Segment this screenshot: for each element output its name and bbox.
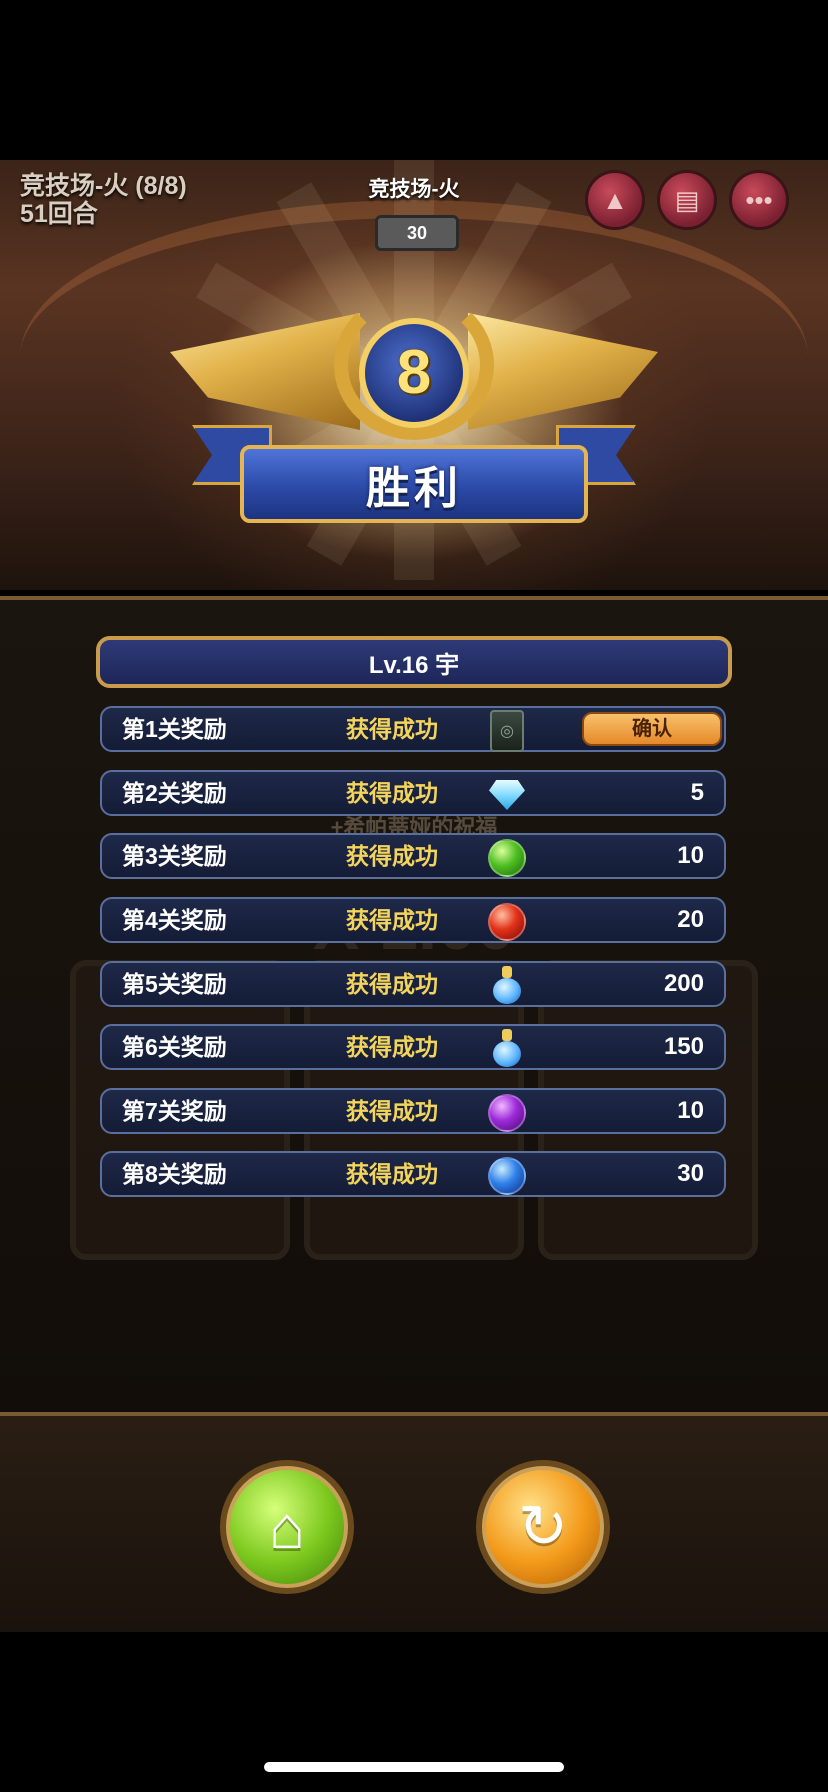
reward-icon: [486, 965, 528, 1007]
blue-orb-icon: [488, 1157, 526, 1195]
reward-row: 第3关奖励 获得成功 10: [100, 833, 726, 879]
reward-status: 获得成功: [346, 907, 438, 933]
reward-icon: [486, 1155, 528, 1197]
party-bar-background: [0, 1416, 828, 1632]
player-level-bar: Lv.16 宇: [96, 636, 732, 688]
reward-label: 第6关奖励: [122, 1034, 227, 1060]
reward-label: 第3关奖励: [122, 843, 227, 869]
reward-count: 200: [663, 970, 704, 997]
reward-count: 150: [663, 1033, 704, 1060]
reward-label: 第2关奖励: [122, 780, 227, 806]
reward-row: 第2关奖励 获得成功 5: [100, 770, 726, 816]
home-icon: ⌂: [268, 1493, 306, 1561]
reward-icon: [486, 1028, 528, 1070]
reward-count: 30: [677, 1160, 704, 1187]
reward-count: 20: [677, 906, 704, 933]
reward-count: 10: [677, 1097, 704, 1124]
home-button[interactable]: ⌂: [220, 1460, 354, 1594]
reward-status: 获得成功: [346, 843, 438, 869]
green-orb-icon: [488, 839, 526, 877]
stage-medal: 8: [359, 318, 469, 428]
reward-label: 第1关奖励: [122, 716, 227, 742]
victory-ribbon: 胜利: [240, 445, 588, 523]
reward-row: 第6关奖励 获得成功 150: [100, 1024, 726, 1070]
reward-icon: [486, 901, 528, 943]
reward-status: 获得成功: [346, 1161, 438, 1187]
reward-icon: [486, 774, 528, 816]
reward-count: 5: [690, 779, 704, 806]
reward-status: 获得成功: [346, 1098, 438, 1124]
confirm-button[interactable]: 确认: [582, 712, 722, 746]
reward-status: 获得成功: [346, 1034, 438, 1060]
potion-icon: [490, 1029, 524, 1069]
victory-label: 胜利: [366, 464, 462, 513]
reward-status: 获得成功: [346, 971, 438, 997]
reward-row: 第1关奖励 获得成功 ◎ 确认: [100, 706, 726, 752]
reward-row: 第7关奖励 获得成功 10: [100, 1088, 726, 1134]
reward-label: 第4关奖励: [122, 907, 227, 933]
round-count: 51回合: [20, 200, 98, 228]
reward-label: 第5关奖励: [122, 971, 227, 997]
retry-button[interactable]: ↻: [476, 1460, 610, 1594]
reward-row: 第4关奖励 获得成功 20: [100, 897, 726, 943]
diamond-icon: [489, 780, 525, 810]
purple-orb-icon: [488, 1094, 526, 1132]
player-level-name: Lv.16 宇: [368, 651, 460, 679]
triangle-icon: ▲: [602, 184, 628, 215]
potion-icon: [490, 966, 524, 1006]
reward-icon: [486, 837, 528, 879]
reward-status: 获得成功: [346, 716, 438, 742]
reward-count: 10: [677, 842, 704, 869]
card-icon: ◎: [490, 710, 524, 752]
more-icon: •••: [745, 184, 773, 215]
reward-row: 第5关奖励 获得成功 200: [100, 961, 726, 1007]
red-orb-icon: [488, 903, 526, 941]
triangle-button[interactable]: ▲: [585, 170, 645, 230]
reward-status: 获得成功: [346, 780, 438, 806]
reward-label: 第7关奖励: [122, 1098, 227, 1124]
more-button[interactable]: •••: [729, 170, 789, 230]
turn-timer: 30: [375, 215, 459, 251]
reward-icon: ◎: [486, 710, 528, 752]
scroll-icon: ▤: [674, 184, 700, 215]
stage-number: 8: [396, 338, 432, 407]
reward-icon: [486, 1092, 528, 1134]
reward-row: 第8关奖励 获得成功 30: [100, 1151, 726, 1197]
log-button[interactable]: ▤: [657, 170, 717, 230]
home-indicator[interactable]: [264, 1762, 564, 1772]
retry-icon: ↻: [517, 1493, 569, 1560]
reward-label: 第8关奖励: [122, 1161, 227, 1187]
